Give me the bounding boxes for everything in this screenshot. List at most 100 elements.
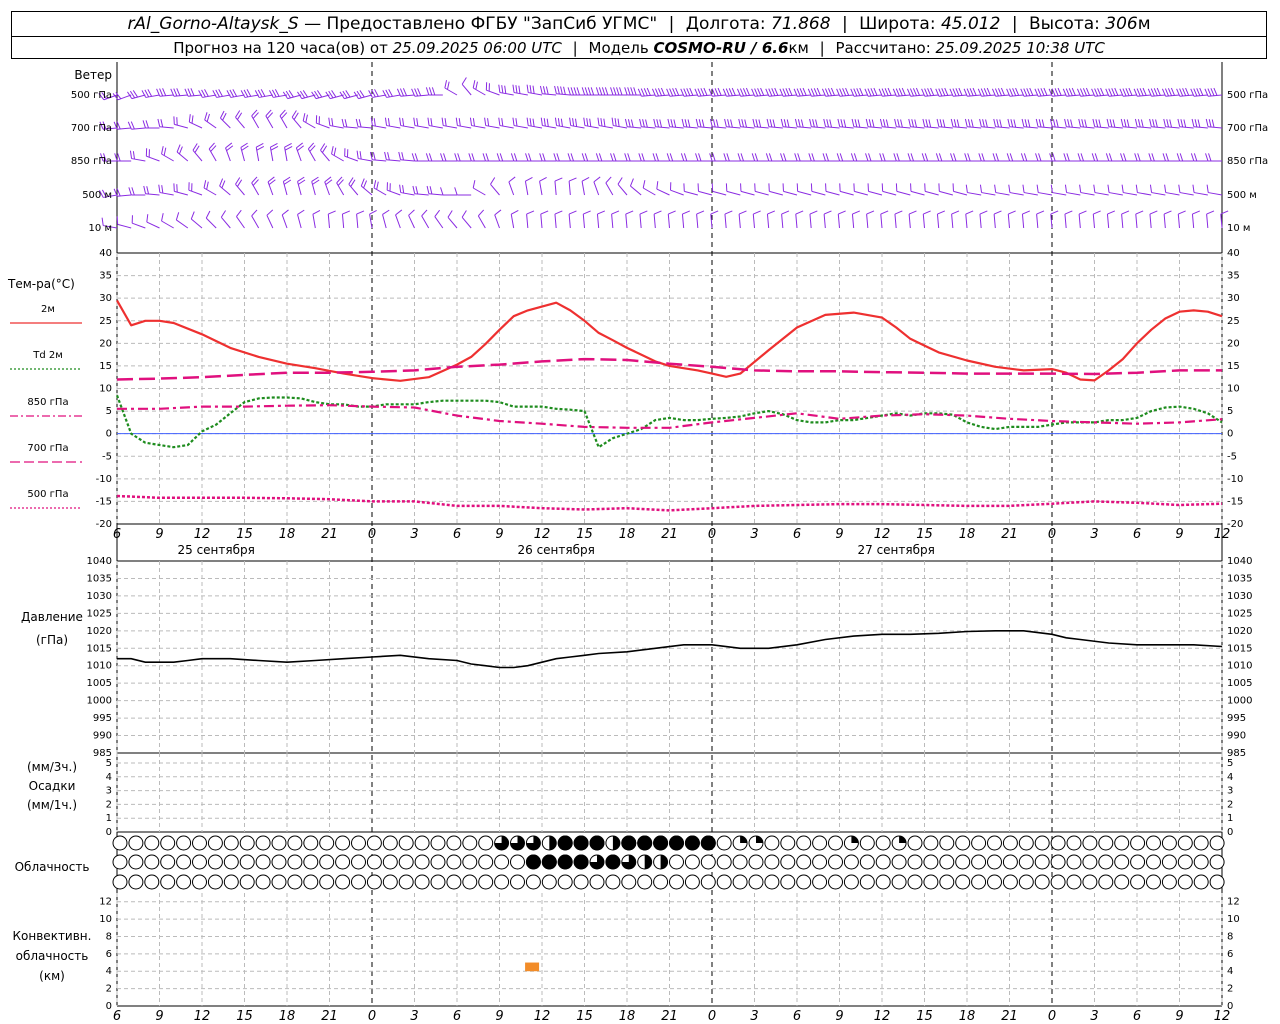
wind-barb-staff	[1038, 94, 1053, 97]
wind-barb-staff	[981, 126, 996, 129]
hour-label-bottom: 12	[194, 1009, 211, 1024]
wind-barb-staff	[598, 125, 613, 129]
wind-barb-feather	[985, 119, 988, 128]
wind-barb-staff	[1080, 126, 1095, 129]
day-label: 27 сентября	[857, 543, 934, 557]
cloud-circle	[796, 835, 812, 851]
wind-barb-feather	[1135, 210, 1144, 215]
wind-barb-feather	[1052, 153, 1056, 162]
wind-barb-feather	[742, 88, 747, 96]
wind-barb-feather	[1023, 88, 1028, 97]
press-ytick-right: 990	[1227, 731, 1246, 742]
wind-barb-feather	[1108, 88, 1113, 97]
wind-barb-feather	[382, 209, 390, 215]
wind-barb-staff	[320, 149, 330, 162]
wind-level-left: 700 гПа	[71, 123, 112, 134]
wind-barb-feather	[766, 118, 770, 127]
wind-barb-feather	[446, 81, 450, 90]
wind-barb-feather	[1012, 88, 1017, 96]
wind-level-right: 850 гПа	[1227, 156, 1268, 167]
temp-ytick-right: 35	[1227, 271, 1240, 282]
wind-barb-feather	[758, 119, 762, 128]
cloud-circle	[112, 854, 128, 870]
wind-barb-feather	[600, 118, 603, 127]
cloud-circle	[716, 854, 732, 870]
wind-barb-feather	[1094, 153, 1099, 162]
cloud-circle	[700, 874, 716, 890]
wind-barb-feather	[760, 87, 765, 96]
wind-barb-feather	[1205, 118, 1209, 127]
hour-label-temp: 6	[793, 527, 801, 542]
wind-barb-feather	[355, 118, 359, 127]
wind-barb-staff	[1193, 192, 1208, 196]
wind-barb-feather	[666, 153, 671, 162]
wind-barb-feather	[508, 176, 516, 183]
wind-barb-feather	[1026, 88, 1031, 96]
conv-ytick-right: 2	[1227, 984, 1233, 995]
wind-barb-feather	[554, 210, 563, 215]
precip-ytick-left: 5	[106, 758, 112, 769]
wind-barb-feather	[727, 119, 730, 128]
temp-ytick-left: 15	[99, 361, 112, 372]
wind-barb-feather	[1022, 210, 1031, 215]
wind-barb-staff	[995, 94, 1010, 97]
cloud-circle	[732, 854, 748, 870]
wind-barb-feather	[1007, 118, 1011, 127]
wind-barb-feather	[1038, 119, 1042, 128]
convective-marks	[525, 962, 540, 972]
wind-barb-feather	[1150, 88, 1155, 97]
wind-barb-feather	[576, 87, 580, 96]
cloud-circle	[971, 835, 987, 851]
wind-barb-feather	[525, 153, 529, 162]
temp-ytick-left: 30	[99, 293, 112, 304]
wind-barb-feather	[1190, 153, 1195, 162]
wind-barb-staff	[740, 190, 755, 196]
wind-barb-staff	[641, 94, 656, 97]
wind-barb-feather	[581, 87, 586, 96]
wind-barb-feather	[1177, 118, 1181, 127]
cloud-circle	[478, 874, 494, 890]
precip-ytick-right: 5	[1227, 758, 1233, 769]
cloud-circle	[812, 835, 828, 851]
wind-barb-staff	[188, 94, 203, 97]
wind-level-left: 500 м	[82, 190, 112, 201]
wind-barb-feather	[356, 150, 359, 159]
cloud-circle	[223, 854, 239, 870]
wind-barb-feather	[529, 85, 532, 94]
cloud-circle	[780, 874, 796, 890]
wind-barb-staff	[584, 125, 599, 129]
wind-barb-feather	[1191, 118, 1195, 127]
wind-barb-feather	[825, 153, 829, 162]
cloud-circle	[1034, 854, 1050, 870]
wind-barb-feather	[128, 187, 132, 196]
wind-barb-staff	[220, 216, 231, 229]
wind-barb-feather	[879, 153, 883, 162]
cloud-circle	[382, 835, 398, 851]
wind-barb-staff	[908, 214, 911, 229]
wind-barb-staff	[265, 115, 274, 129]
cloud-circle	[144, 874, 160, 890]
wind-barb-feather	[328, 210, 336, 215]
wind-barb-feather	[384, 117, 388, 126]
wind-barb-staff	[281, 214, 288, 229]
wind-barb-feather	[385, 89, 390, 98]
cloud-circle	[287, 854, 303, 870]
wind-barb-staff	[823, 214, 826, 229]
wind-barb-feather	[616, 87, 620, 96]
wind-barb-staff	[146, 155, 160, 162]
wind-barb-staff	[995, 126, 1010, 129]
conv-ytick-right: 6	[1227, 949, 1233, 960]
wind-barb-feather	[898, 88, 903, 96]
wind-barb-feather	[425, 87, 430, 96]
cloud-fill-full	[637, 835, 653, 851]
temp-ytick-left: -20	[96, 519, 112, 530]
wind-barb-feather	[755, 119, 759, 128]
wind-barb-feather	[429, 186, 433, 195]
cloud-circle	[1066, 854, 1082, 870]
wind-barb-feather	[921, 153, 926, 162]
wind-barb-staff	[726, 126, 741, 129]
wind-barb-staff	[1066, 126, 1081, 129]
wind-barb-feather	[1135, 184, 1138, 193]
wind-barb-feather	[700, 88, 705, 96]
wind-barb-feather	[993, 210, 1002, 215]
